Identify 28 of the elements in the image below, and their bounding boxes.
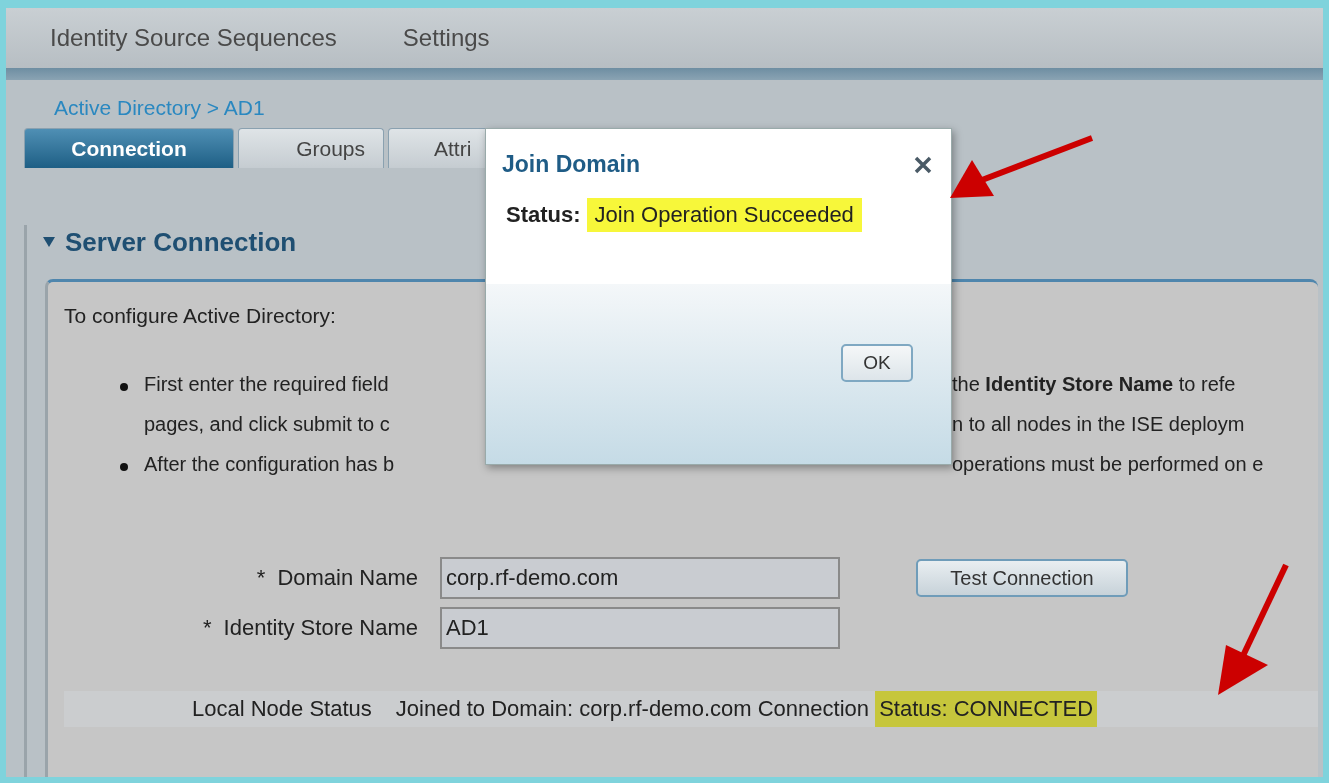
input-field[interactable]: AD1 (440, 607, 840, 649)
status-label: Local Node Status (192, 696, 372, 722)
bullet-dot-icon (120, 383, 128, 391)
instruction-text: pages, and click submit to c (144, 413, 390, 436)
field-label: Domain Name (277, 565, 418, 591)
tab[interactable]: Groups (238, 128, 384, 168)
dialog-status-value: Join Operation Succeeded (586, 198, 862, 232)
required-marker: * (256, 565, 266, 591)
close-icon[interactable] (913, 154, 933, 175)
field-label: Identity Store Name (223, 615, 418, 641)
nav-tab[interactable]: Identity Source Sequences (50, 24, 337, 52)
instruction-text: After the configuration has b (144, 453, 395, 476)
intro-text: To configure Active Directory: (64, 304, 337, 328)
dialog-status-label: Status: (506, 202, 581, 228)
bullet-dot-icon (120, 463, 128, 471)
tab[interactable]: Connection (24, 128, 234, 168)
ok-button[interactable]: OK (841, 344, 913, 382)
required-marker: * (203, 615, 212, 641)
test-connection-button[interactable]: Test Connection (916, 559, 1128, 597)
instruction-text: operations must be performed on e (952, 453, 1264, 476)
status-text: Joined to Domain: corp.rf-demo.com Connection Status: CONNECTED (395, 691, 1098, 727)
nav-tab[interactable]: Settings (402, 24, 490, 52)
collapse-triangle-icon[interactable] (43, 237, 55, 247)
section-title: Server Connection (65, 226, 297, 258)
input-field[interactable]: corp.rf-demo.com (440, 557, 840, 599)
instruction-text: First enter the required field (144, 373, 389, 396)
instruction-text: n to all nodes in the ISE deploym (952, 413, 1245, 436)
instruction-text: the Identity Store Name to refe (952, 373, 1236, 396)
